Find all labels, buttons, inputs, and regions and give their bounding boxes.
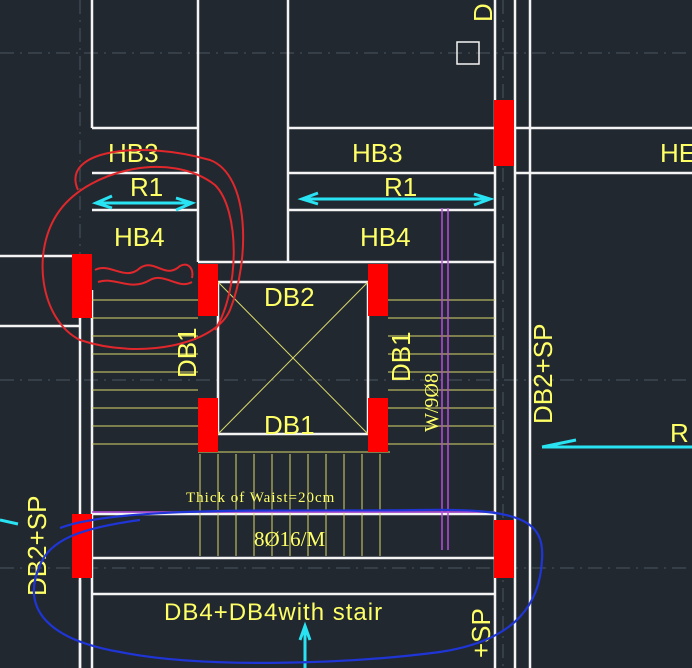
label-rebar-bottom: 8Ø16/M (254, 527, 326, 551)
label-hb4-mid: HB4 (360, 222, 411, 252)
column (368, 398, 388, 452)
structural-drawing-canvas: HB3 HB3 HE R1 R1 R HB4 HB4 DB2 DB1 DB4+D… (0, 0, 692, 668)
label-db1-left: DB1 (172, 327, 202, 378)
label-db1-right: DB1 (386, 331, 416, 382)
column (368, 264, 388, 316)
column (198, 398, 218, 452)
label-r1-mid: R1 (384, 172, 417, 202)
label-db2sp-right: DB2+SP (528, 324, 558, 424)
column (72, 254, 92, 318)
column (198, 264, 218, 316)
label-hb4-left: HB4 (114, 222, 165, 252)
column (494, 100, 514, 166)
label-hb3-left: HB3 (108, 138, 159, 168)
label-r1-left: R1 (130, 172, 163, 202)
label-sp-bottom: +SP (466, 608, 496, 658)
label-r-right: R (670, 418, 689, 448)
label-d-top: D (468, 3, 498, 22)
label-db1-bottom: DB1 (264, 410, 315, 440)
label-hb3-mid: HB3 (352, 138, 403, 168)
label-db2sp-left: DB2+SP (22, 496, 52, 596)
column (494, 520, 514, 578)
label-db4-stair: DB4+DB4with stair (164, 599, 383, 626)
label-db2-top: DB2 (264, 282, 315, 312)
label-hb3-right: HE (660, 138, 692, 168)
label-w-rebar: W/9Ø8 (421, 373, 443, 432)
label-waist-note: Thick of Waist=20cm (186, 490, 335, 506)
